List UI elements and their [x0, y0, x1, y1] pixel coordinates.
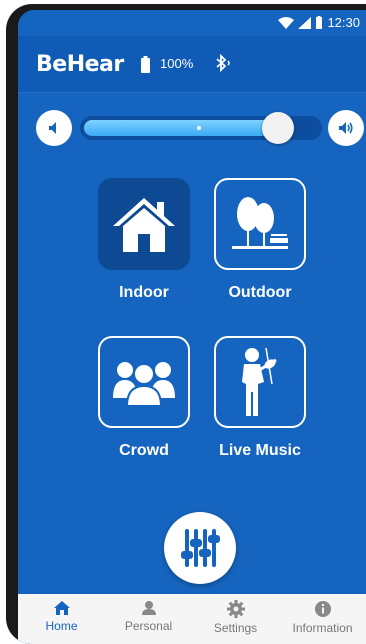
mode-outdoor-label: Outdoor [228, 284, 292, 301]
person-icon [141, 601, 156, 615]
volume-slider-thumb[interactable] [262, 112, 295, 144]
app-screen: 12:30 BeHear 100% Indoor Outdoor Crowd L… [18, 10, 366, 644]
status-time: 12:30 [327, 15, 360, 30]
equalizer-sliders-icon [181, 529, 220, 567]
gear-icon [226, 600, 245, 618]
home-icon [53, 601, 70, 615]
app-header: BeHear 100% [18, 36, 366, 93]
nav-personal[interactable]: Personal [105, 594, 192, 644]
volume-down-icon [49, 122, 56, 134]
mode-indoor-tile[interactable] [98, 178, 190, 270]
volume-down-button[interactable] [36, 110, 72, 146]
volume-slider-marker [196, 126, 201, 130]
nav-information-label: Information [292, 621, 353, 635]
trees-bench-icon [232, 197, 288, 249]
bottom-navigation: Home Personal Settings Information [18, 594, 366, 644]
battery-icon [141, 56, 150, 73]
mode-live-music-tile[interactable] [214, 336, 306, 428]
nav-settings[interactable]: Settings [192, 594, 279, 644]
house-icon [113, 198, 175, 252]
signal-icon [298, 16, 312, 29]
mode-indoor-label: Indoor [119, 284, 169, 301]
nav-personal-label: Personal [124, 619, 173, 633]
crowd-icon [113, 362, 175, 407]
bluetooth-icon [216, 54, 230, 72]
mode-live-music-label: Live Music [219, 442, 301, 459]
volume-slider[interactable] [80, 112, 322, 144]
volume-slider-fill [84, 120, 279, 136]
battery-level: 100% [160, 56, 194, 71]
brand-logo: BeHear [36, 52, 124, 77]
volume-up-icon [339, 122, 353, 134]
mode-outdoor-tile[interactable] [214, 178, 306, 270]
battery-status-icon [316, 16, 323, 29]
violinist-icon [242, 347, 277, 416]
nav-settings-label: Settings [213, 621, 258, 635]
mode-crowd-label: Crowd [119, 442, 169, 459]
mode-crowd-tile[interactable] [98, 336, 190, 428]
nav-home-label: Home [45, 619, 78, 633]
device-frame: 12:30 BeHear 100% Indoor Outdoor Crowd L… [6, 4, 366, 644]
equalizer-button[interactable] [164, 512, 236, 584]
status-bar: 12:30 [18, 10, 366, 36]
info-icon [314, 601, 331, 617]
nav-home[interactable]: Home [18, 594, 105, 644]
volume-up-button[interactable] [328, 110, 364, 146]
nav-information[interactable]: Information [279, 594, 366, 644]
wifi-icon [278, 16, 295, 29]
